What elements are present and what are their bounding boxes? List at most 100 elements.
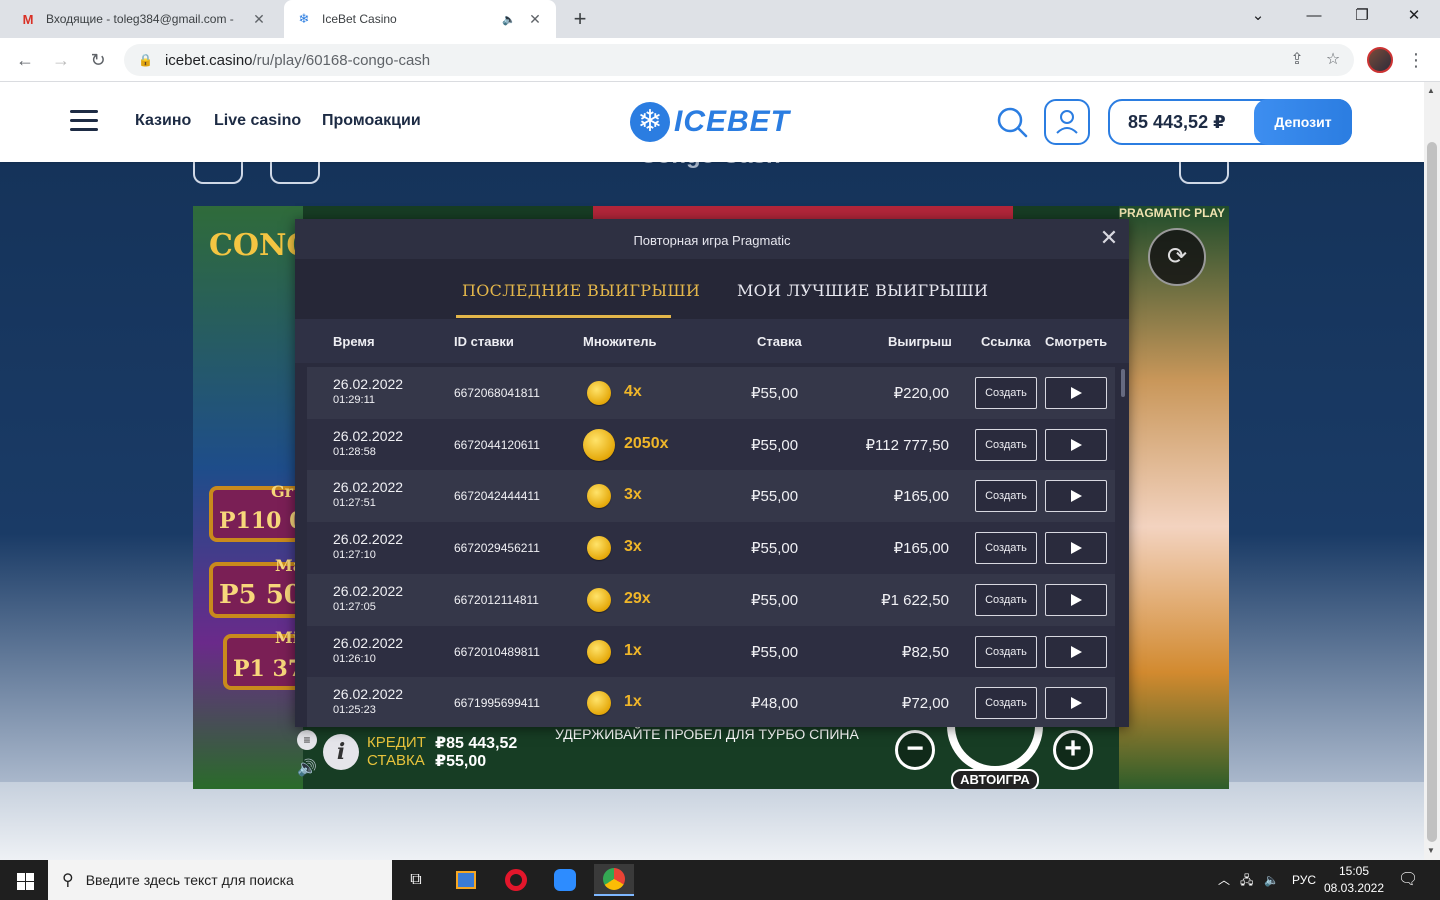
turbo-hint: УДЕРЖИВАЙТЕ ПРОБЕЛ ДЛЯ ТУРБО СПИНА xyxy=(555,726,859,742)
modal-scrollbar[interactable] xyxy=(1121,369,1125,397)
account-button[interactable] xyxy=(1044,99,1090,145)
deposit-button[interactable]: Депозит xyxy=(1254,99,1352,145)
close-icon[interactable]: ✕ xyxy=(250,11,268,28)
credit-label: КРЕДИТ xyxy=(367,734,426,751)
reload-icon[interactable]: ↻ xyxy=(84,46,112,74)
row-win: ₽72,00 xyxy=(901,695,949,713)
browser-tab-bar: M Входящие - toleg384@gmail.com - ✕ ❄ Ic… xyxy=(0,0,1440,38)
info-button[interactable]: i xyxy=(323,734,359,770)
create-link-button[interactable]: Создать xyxy=(975,480,1037,513)
lock-icon[interactable]: 🔒 xyxy=(138,53,153,67)
autoplay-button[interactable]: АВТОИГРА xyxy=(951,769,1039,789)
create-link-button[interactable]: Создать xyxy=(975,428,1037,461)
maximize-button[interactable]: ❐ xyxy=(1338,0,1386,32)
bookmark-star-icon[interactable]: ☆ xyxy=(1319,44,1347,76)
url-input[interactable]: 🔒 icebet.casino /ru/play/60168-congo-cas… xyxy=(124,44,1354,76)
windows-taskbar: ⚲ Введите здесь текст для поиска ⧉ ︿ 🖧 🔈… xyxy=(0,860,1440,900)
clock-time: 15:05 xyxy=(1338,864,1370,878)
tab-my-best-wins[interactable]: МОИ ЛУЧШИЕ ВЫИГРЫШИ xyxy=(737,281,988,300)
scrollbar-thumb[interactable] xyxy=(1427,142,1437,842)
active-tab-underline xyxy=(456,315,671,318)
tab-gmail[interactable]: M Входящие - toleg384@gmail.com - ✕ xyxy=(8,0,280,38)
row-date: 26.02.2022 xyxy=(333,479,404,496)
increase-bet-button[interactable]: + xyxy=(1053,730,1093,770)
watch-replay-button[interactable] xyxy=(1045,635,1107,668)
windows-start-icon[interactable] xyxy=(0,860,48,900)
watch-replay-button[interactable] xyxy=(1045,377,1107,409)
row-bet-id: 6672029456211 xyxy=(454,541,540,556)
taskbar-search-input[interactable]: ⚲ Введите здесь текст для поиска xyxy=(48,860,392,900)
table-row: 26.02.2022 01:28:58 6672044120611 2050x ₽55,… xyxy=(307,418,1115,471)
clock[interactable]: 15:05 08.03.2022 xyxy=(1318,863,1390,897)
bet-label: СТАВКА xyxy=(367,752,425,769)
row-time: 01:29:11 xyxy=(333,394,376,406)
nav-live-casino[interactable]: Live casino xyxy=(214,112,301,130)
create-link-button[interactable]: Создать xyxy=(975,377,1037,409)
volume-icon[interactable]: 🔈 xyxy=(1264,860,1279,900)
opera-icon[interactable] xyxy=(496,864,536,896)
row-bet: ₽55,00 xyxy=(751,643,799,661)
scroll-up-icon[interactable]: ▲ xyxy=(1427,86,1435,95)
profile-avatar[interactable] xyxy=(1367,47,1393,73)
back-icon[interactable]: ← xyxy=(11,46,39,74)
notifications-icon[interactable]: 🗨 xyxy=(1398,860,1418,900)
tab-title: IceBet Casino xyxy=(322,12,397,26)
tray-chevron-icon[interactable]: ︿ xyxy=(1218,860,1230,900)
create-link-button[interactable]: Создать xyxy=(975,687,1037,720)
row-win: ₽1 622,50 xyxy=(881,591,949,609)
minimize-button[interactable]: — xyxy=(1290,0,1338,32)
row-date: 26.02.2022 xyxy=(333,582,404,599)
search-icon[interactable] xyxy=(996,106,1028,138)
window-close-button[interactable]: ✕ xyxy=(1390,0,1438,32)
user-icon xyxy=(1056,110,1078,134)
nav-casino[interactable]: Казино xyxy=(135,112,191,130)
language-indicator[interactable]: РУС xyxy=(1292,860,1316,900)
browser-menu-icon[interactable]: ⋮ xyxy=(1406,46,1426,74)
share-icon[interactable]: ⇪ xyxy=(1283,44,1311,76)
watch-replay-button[interactable] xyxy=(1045,583,1107,616)
zoom-icon[interactable] xyxy=(545,864,585,896)
col-win: Выигрыш xyxy=(888,334,952,349)
create-link-button[interactable]: Создать xyxy=(975,583,1037,616)
row-bet: ₽55,00 xyxy=(751,591,799,609)
network-icon[interactable]: 🖧 xyxy=(1240,860,1253,900)
new-tab-button[interactable]: + xyxy=(566,6,594,34)
task-view-icon[interactable]: ⧉ xyxy=(396,864,436,896)
hamburger-menu-icon[interactable] xyxy=(70,110,98,132)
create-link-button[interactable]: Создать xyxy=(975,532,1037,565)
game-jackpot-strip xyxy=(593,206,1013,220)
modal-close-icon[interactable]: ✕ xyxy=(1097,227,1121,251)
table-row: 26.02.2022 01:27:10 6672029456211 3x ₽55,00 ₽… xyxy=(307,522,1115,575)
game-menu-icon[interactable]: ≡ xyxy=(297,730,317,750)
speaker-icon[interactable]: 🔈 xyxy=(502,13,518,26)
watch-replay-button[interactable] xyxy=(1045,687,1107,720)
watch-replay-button[interactable] xyxy=(1045,480,1107,513)
sound-icon[interactable]: 🔊 xyxy=(297,758,317,778)
watch-replay-button[interactable] xyxy=(1045,532,1107,565)
tab-recent-wins[interactable]: ПОСЛЕДНИЕ ВЫИГРЫШИ xyxy=(462,281,700,300)
table-row: 26.02.2022 01:26:10 6672010489811 1x ₽55,00 ₽… xyxy=(307,625,1115,678)
row-datetime: 26.02.2022 01:28:58 xyxy=(333,429,403,459)
replay-icon[interactable]: ⟳ xyxy=(1148,228,1206,286)
decrease-bet-button[interactable]: − xyxy=(895,730,935,770)
forward-icon[interactable]: → xyxy=(47,46,75,74)
page-scrollbar[interactable]: ▲ ▼ xyxy=(1424,82,1440,860)
chrome-icon[interactable] xyxy=(594,864,634,896)
video-player-icon[interactable] xyxy=(446,864,486,896)
close-icon[interactable]: ✕ xyxy=(526,11,544,28)
row-date: 26.02.2022 xyxy=(333,634,404,651)
taskbar-search-placeholder: Введите здесь текст для поиска xyxy=(85,872,294,888)
tab-icebet[interactable]: ❄ IceBet Casino 🔈 ✕ xyxy=(284,0,556,38)
logo-text: ICEBET xyxy=(674,105,791,138)
row-multiplier: 3x xyxy=(624,538,642,556)
tab-title: Входящие - toleg384@gmail.com - xyxy=(46,12,234,26)
watch-replay-button[interactable] xyxy=(1045,428,1107,461)
tab-search-icon[interactable]: ⌄ xyxy=(1234,0,1282,32)
create-link-button[interactable]: Создать xyxy=(975,635,1037,668)
nav-promotions[interactable]: Промоакции xyxy=(322,112,421,130)
row-datetime: 26.02.2022 01:26:10 xyxy=(333,636,403,666)
scroll-down-icon[interactable]: ▼ xyxy=(1427,846,1435,855)
table-header: Время ID ставки Множитель Ставка Выигрыш… xyxy=(295,319,1129,363)
site-logo[interactable]: ❄ ICEBET xyxy=(630,102,790,142)
page-background-bottom xyxy=(0,782,1424,860)
